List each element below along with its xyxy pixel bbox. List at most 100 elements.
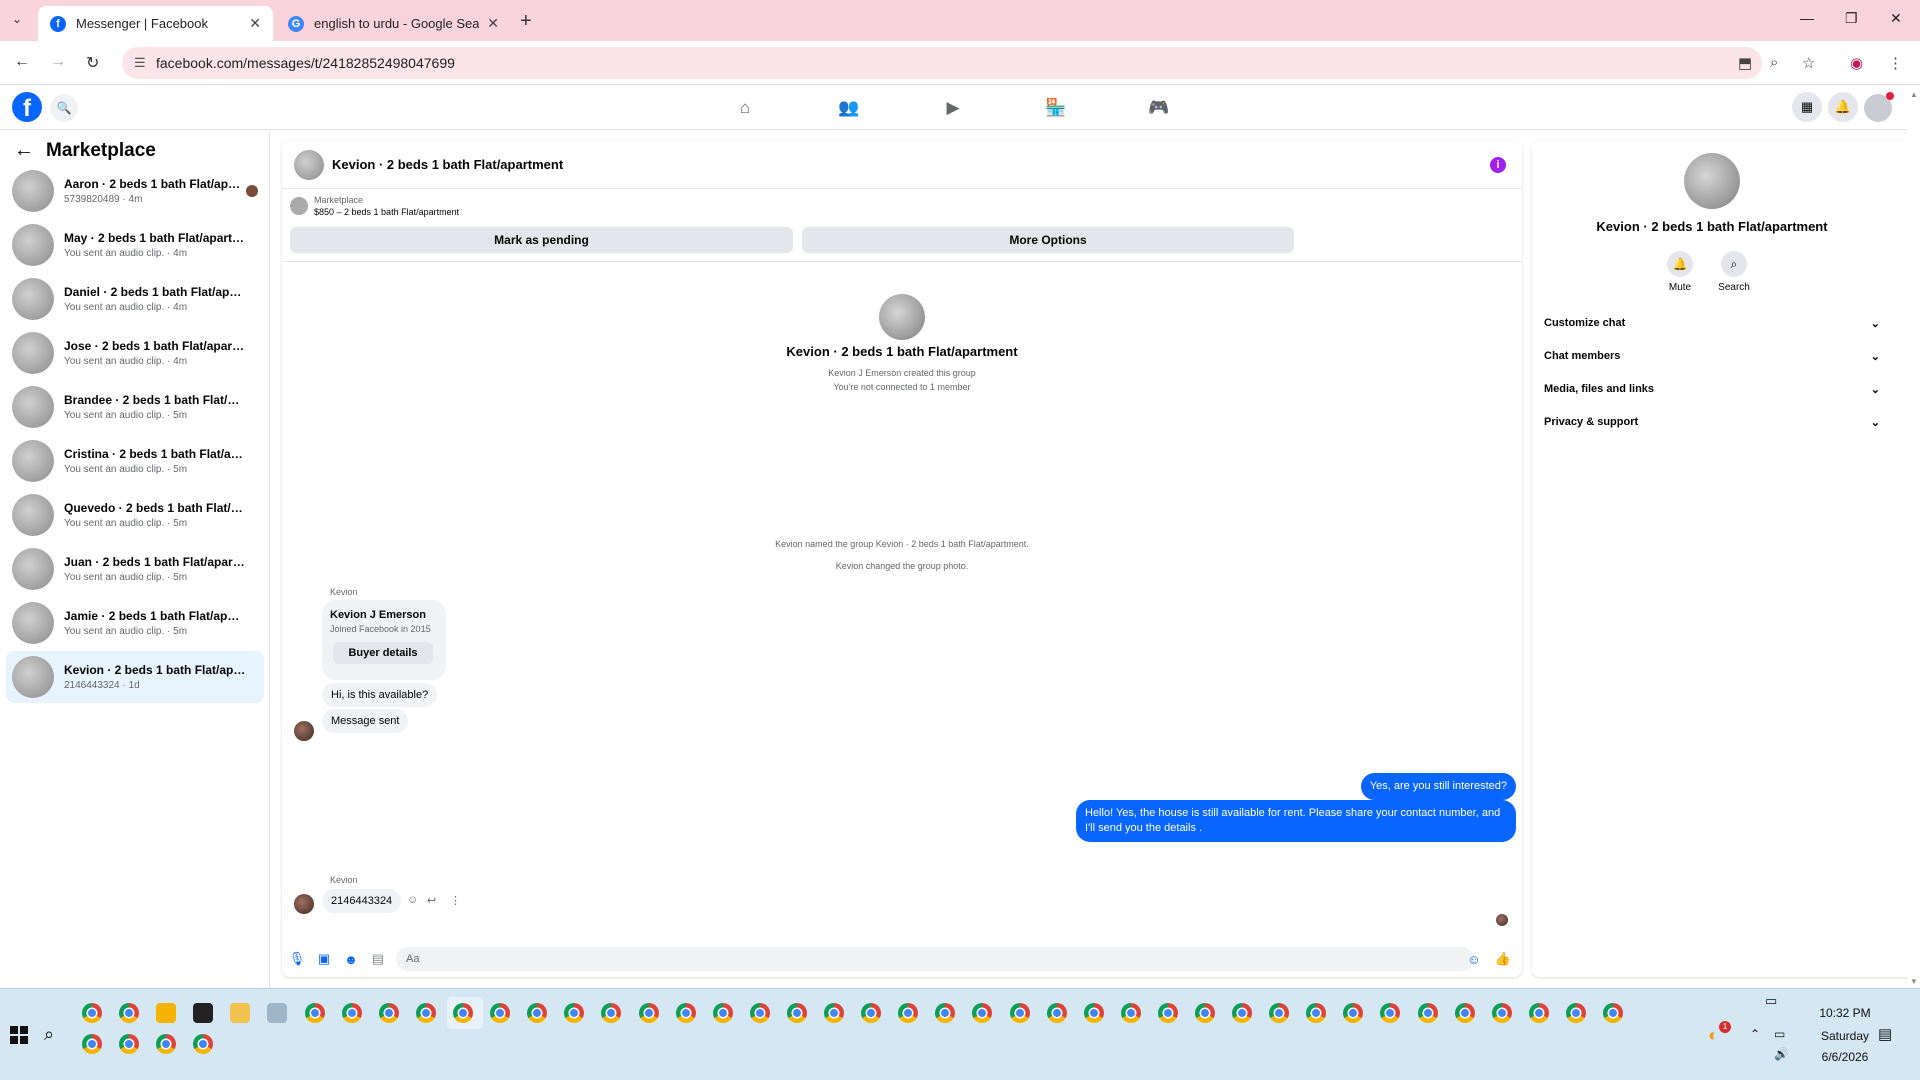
buyer-details-button[interactable]: Buyer details — [333, 642, 433, 664]
chrome-app-icon[interactable] — [1380, 1003, 1400, 1023]
new-tab-icon[interactable]: + — [520, 10, 532, 33]
chrome-app-icon[interactable] — [935, 1003, 955, 1023]
friends-icon[interactable]: 👥 — [834, 96, 864, 120]
chrome-app-icon[interactable] — [82, 1003, 102, 1023]
notifications-bell-icon[interactable]: 🔔 — [1828, 92, 1858, 122]
conversation-item[interactable]: Quevedo · 2 beds 1 bath Flat/apartment Yo… — [6, 489, 264, 541]
conversation-item[interactable]: Kevion · 2 beds 1 bath Flat/apartment 214… — [6, 651, 264, 703]
chrome-app-icon[interactable] — [527, 1003, 547, 1023]
chat-avatar[interactable] — [294, 149, 324, 180]
chrome-app-icon[interactable] — [601, 1003, 621, 1023]
chrome-app-icon[interactable] — [1010, 1003, 1030, 1023]
chrome-app-icon[interactable] — [676, 1003, 696, 1023]
reload-icon[interactable]: ↻ — [86, 53, 99, 73]
chrome-app-icon[interactable] — [305, 1003, 325, 1023]
chrome-app-icon[interactable] — [379, 1003, 399, 1023]
network-icon[interactable]: ▭ — [1774, 1027, 1785, 1041]
taskbar-search-icon[interactable]: ⌕ — [44, 1024, 54, 1045]
chrome-app-icon[interactable] — [1343, 1003, 1363, 1023]
account-avatar[interactable] — [1864, 92, 1894, 122]
emoji-icon[interactable]: ☺ — [1465, 950, 1483, 968]
more-options-button[interactable]: More Options — [802, 227, 1294, 253]
restore-icon[interactable]: ❐ — [1845, 10, 1858, 27]
install-icon[interactable]: ⬒ — [1738, 54, 1752, 72]
back-arrow-icon[interactable]: ← — [14, 139, 34, 162]
incoming-message[interactable]: Hi, is this available? — [322, 683, 438, 707]
bookmark-star-icon[interactable]: ☆ — [1802, 54, 1815, 72]
chrome-app-icon[interactable] — [972, 1003, 992, 1023]
menu-grid-icon[interactable]: ▦ — [1792, 92, 1822, 122]
sender-avatar[interactable] — [294, 721, 314, 741]
clock-time[interactable]: 10:32 PM — [1808, 1006, 1882, 1020]
chrome-app-icon[interactable] — [342, 1003, 362, 1023]
chrome-app-icon[interactable] — [193, 1034, 213, 1054]
mute-button[interactable]: 🔔 Mute — [1660, 251, 1700, 293]
video-icon[interactable]: ▶ — [938, 96, 968, 120]
gaming-icon[interactable]: 🎮 — [1144, 96, 1174, 120]
chrome-app-icon[interactable] — [453, 1003, 473, 1023]
zoom-icon[interactable]: ⌕ — [1770, 54, 1778, 71]
slack-app-icon[interactable] — [156, 1003, 176, 1023]
chrome-app-icon[interactable] — [156, 1034, 176, 1054]
tab-messenger[interactable]: f Messenger | Facebook ✕ — [38, 6, 273, 41]
incoming-message[interactable]: 2146443324 — [322, 889, 402, 913]
address-bar[interactable]: ☰ facebook.com/messages/t/24182852498047… — [122, 47, 1762, 79]
forward-icon[interactable]: → — [50, 53, 66, 71]
like-thumb-icon[interactable]: 👍 — [1494, 950, 1512, 968]
more-actions-icon[interactable]: ⋮ — [450, 894, 461, 907]
tab-google-search[interactable]: G english to urdu - Google Search ✕ — [276, 6, 511, 41]
sender-avatar[interactable] — [294, 894, 314, 914]
info-icon[interactable]: i — [1490, 157, 1506, 173]
conversation-item[interactable]: Jamie · 2 beds 1 bath Flat/apartment You … — [6, 597, 264, 649]
reply-icon[interactable]: ↩ — [427, 894, 436, 907]
chrome-app-icon[interactable] — [1566, 1003, 1586, 1023]
photo-icon[interactable]: ▣ — [315, 950, 333, 968]
microphone-icon[interactable]: 🎙 — [288, 950, 306, 968]
scroll-up-icon[interactable]: ▲ — [1910, 90, 1918, 99]
tray-device-icon[interactable]: ▭ — [1765, 993, 1777, 1009]
chrome-app-icon[interactable] — [1455, 1003, 1475, 1023]
page-scrollbar[interactable]: ▲ ▼ — [1908, 86, 1920, 986]
chrome-app-icon[interactable] — [1232, 1003, 1252, 1023]
close-window-icon[interactable]: ✕ — [1890, 10, 1902, 27]
incoming-message[interactable]: Message sent — [322, 709, 409, 733]
windows-start-icon[interactable] — [10, 1026, 28, 1044]
chrome-menu-icon[interactable]: ⋮ — [1888, 54, 1903, 72]
scroll-down-icon[interactable]: ▼ — [1910, 977, 1918, 986]
chrome-app-icon[interactable] — [1306, 1003, 1326, 1023]
chrome-app-icon[interactable] — [1084, 1003, 1104, 1023]
chat-members-row[interactable]: Chat members ⌄ — [1544, 346, 1880, 366]
chrome-app-icon[interactable] — [787, 1003, 807, 1023]
conversation-item[interactable]: Jose · 2 beds 1 bath Flat/apartment You s… — [6, 327, 264, 379]
notes-app-icon[interactable] — [193, 1003, 213, 1023]
message-input[interactable]: Aa — [396, 947, 1474, 971]
profile-icon[interactable]: ◉ — [1850, 54, 1863, 72]
chrome-app-icon[interactable] — [490, 1003, 510, 1023]
privacy-support-row[interactable]: Privacy & support ⌄ — [1544, 412, 1880, 432]
conversation-item[interactable]: May · 2 beds 1 bath Flat/apartment You se… — [6, 219, 264, 271]
chrome-app-icon[interactable] — [898, 1003, 918, 1023]
chrome-app-icon[interactable] — [1047, 1003, 1067, 1023]
chrome-app-icon[interactable] — [1158, 1003, 1178, 1023]
close-tab-icon[interactable]: ✕ — [249, 15, 261, 32]
outgoing-message[interactable]: Hello! Yes, the house is still available… — [1076, 800, 1516, 842]
media-files-links-row[interactable]: Media, files and links ⌄ — [1544, 379, 1880, 399]
chrome-app-icon[interactable] — [119, 1034, 139, 1054]
chrome-app-icon[interactable] — [1269, 1003, 1289, 1023]
conversation-item[interactable]: Brandee · 2 beds 1 bath Flat/apartment Yo… — [6, 381, 264, 433]
marketplace-icon[interactable]: 🏪 — [1041, 96, 1071, 120]
chrome-app-icon[interactable] — [1492, 1003, 1512, 1023]
chrome-app-icon[interactable] — [82, 1034, 102, 1054]
chrome-app-icon[interactable] — [861, 1003, 881, 1023]
notification-center-icon[interactable]: ▤ — [1878, 1025, 1892, 1043]
outgoing-message[interactable]: Yes, are you still interested? — [1360, 773, 1516, 800]
sticker-icon[interactable]: ☻ — [342, 950, 360, 968]
search-button[interactable]: ⌕ Search — [1714, 251, 1754, 293]
conversation-item[interactable]: Cristina · 2 beds 1 bath Flat/apartment Y… — [6, 435, 264, 487]
conversation-item[interactable]: Aaron · 2 beds 1 bath Flat/apartment 5739… — [6, 165, 264, 217]
customize-chat-row[interactable]: Customize chat ⌄ — [1544, 313, 1880, 333]
tray-chevron-up-icon[interactable]: ⌃ — [1750, 1027, 1760, 1041]
facebook-logo-icon[interactable]: f — [12, 92, 42, 122]
chrome-app-icon[interactable] — [1418, 1003, 1438, 1023]
chrome-app-icon[interactable] — [824, 1003, 844, 1023]
